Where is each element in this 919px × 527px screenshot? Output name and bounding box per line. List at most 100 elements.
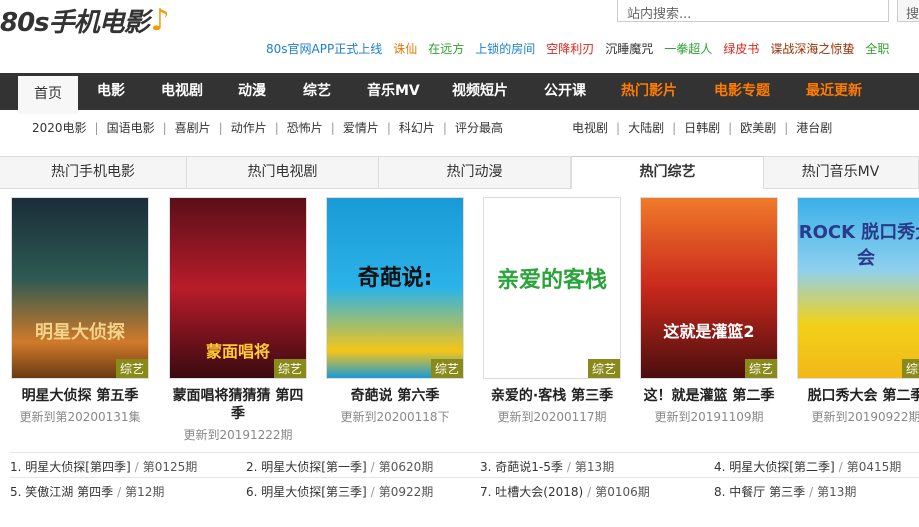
nav-item[interactable]: 综艺 [303, 73, 331, 110]
list-item[interactable]: 2. 明星大侦探[第一季] / 第0620期 [246, 458, 433, 475]
poster-image[interactable]: 奇葩说: 综艺 [326, 197, 464, 379]
show-card[interactable]: 奇葩说: 综艺奇葩说 第六季更新到20200118下 [326, 197, 464, 425]
item-title[interactable]: 明星大侦探[第一季] [261, 460, 366, 474]
nav-item[interactable]: 公开课 [544, 73, 586, 110]
poster-image[interactable]: ROCK 脱口秀大会综艺 [797, 197, 919, 379]
show-title[interactable]: 蒙面唱将猜猜猜 第四季 [169, 387, 307, 423]
nav-item[interactable]: 电影 [97, 73, 125, 110]
update-status: 更新到20190922期 [811, 410, 919, 424]
item-title[interactable]: 明星大侦探[第三季] [261, 485, 366, 499]
hot-link[interactable]: 空降利刃 [546, 42, 594, 56]
subnav-link[interactable]: 爱情片 [343, 121, 379, 135]
list-row: 1. 明星大侦探[第四季] / 第0125期 2. 明星大侦探[第一季] / 第0620期… [10, 452, 919, 477]
sub-nav: 2020电影 | 国语电影 | 喜剧片 | 动作片 | 恐怖片 | 爱情片 | 科幻片 | 评分最高 电视剧 |… [0, 113, 919, 143]
item-title[interactable]: 吐槽大会(2018) [495, 485, 583, 499]
separator: | [442, 121, 447, 135]
show-title[interactable]: 脱口秀大会 第二季 [797, 387, 919, 405]
list-row: 5. 笑傲江湖 第四季 / 第12期 6. 明星大侦探[第三季] / 第0922期 7. 吐… [10, 477, 919, 502]
show-card[interactable]: ROCK 脱口秀大会综艺脱口秀大会 第二季更新到20190922期 [797, 197, 919, 425]
separator: | [274, 121, 279, 135]
search-input[interactable]: 站内搜索... [617, 0, 889, 22]
hot-link[interactable]: 诛仙 [393, 42, 417, 56]
show-title[interactable]: 亲爱的·客栈 第三季 [483, 387, 621, 405]
show-title[interactable]: 奇葩说 第六季 [326, 387, 464, 405]
hot-link[interactable]: 绿皮书 [723, 42, 759, 56]
item-episode: 第12期 [125, 485, 165, 499]
list-item[interactable]: 8. 中餐厅 第三季 / 第13期 [714, 483, 856, 500]
tab-5[interactable]: 热门音乐MV [763, 157, 919, 188]
tab-2[interactable]: 热门电视剧 [187, 157, 379, 188]
nav-item[interactable]: 动漫 [238, 73, 266, 110]
hot-link[interactable]: 全职 [865, 42, 889, 56]
item-episode: 第0125期 [142, 460, 198, 474]
list-item[interactable]: 4. 明星大侦探[第二季] / 第0415期 [714, 458, 901, 475]
item-title[interactable]: 笑傲江湖 第四季 [25, 485, 113, 499]
item-episode: 第0922期 [378, 485, 434, 499]
nav-item[interactable]: 电视剧 [161, 73, 203, 110]
show-card[interactable]: 明星大侦探 综艺 明星大侦探 第五季 更新到第20200131集 [11, 197, 149, 425]
nav-item[interactable]: 首页 [18, 76, 78, 114]
update-status: 更新到20191222期 [183, 428, 293, 442]
list-item[interactable]: 5. 笑傲江湖 第四季 / 第12期 [10, 483, 164, 500]
hot-link[interactable]: 80s官网APP正式上线 [266, 42, 382, 56]
subnav-link[interactable]: 欧美剧 [740, 121, 776, 135]
show-card[interactable]: 这就是灌篮2 综艺 这！就是灌篮 第二季 更新到20191109期 [640, 197, 778, 425]
search-button[interactable]: 搜 [897, 0, 919, 22]
tab-1[interactable]: 热门手机电影 [0, 157, 187, 188]
category-badge: 综艺 [115, 359, 148, 378]
show-title[interactable]: 明星大侦探 第五季 [11, 387, 149, 405]
category-badge: 综艺 [901, 359, 919, 378]
separator: | [330, 121, 335, 135]
item-title[interactable]: 明星大侦探[第二季] [729, 460, 834, 474]
list-item[interactable]: 3. 奇葩说1-5季 / 第13期 [480, 458, 614, 475]
subnav-link[interactable]: 大陆剧 [628, 121, 664, 135]
show-title[interactable]: 这！就是灌篮 第二季 [640, 387, 778, 405]
poster-image[interactable]: 明星大侦探 综艺 [11, 197, 149, 379]
subnav-link[interactable]: 评分最高 [455, 121, 503, 135]
item-title[interactable]: 中餐厅 第三季 [729, 485, 805, 499]
subnav-link[interactable]: 电视剧 [572, 121, 608, 135]
poster-title: 奇葩说: [357, 266, 433, 291]
poster-title: 亲爱的客栈 [496, 268, 607, 293]
subnav-link[interactable]: 港台剧 [796, 121, 832, 135]
nav-item[interactable]: 最近更新 [806, 73, 862, 110]
subnav-link[interactable]: 动作片 [231, 121, 267, 135]
subnav-link[interactable]: 科幻片 [399, 121, 435, 135]
nav-item[interactable]: 电影专题 [714, 73, 770, 110]
item-title[interactable]: 明星大侦探[第四季] [25, 460, 130, 474]
list-item[interactable]: 7. 吐槽大会(2018) / 第0106期 [480, 483, 650, 500]
poster-image[interactable]: 这就是灌篮2 综艺 [640, 197, 778, 379]
ranking-list: 1. 明星大侦探[第四季] / 第0125期 2. 明星大侦探[第一季] / 第0620期… [10, 452, 919, 502]
tab-4[interactable]: 热门综艺 [571, 156, 764, 189]
poster-image[interactable]: 亲爱的客栈 综艺 [483, 197, 621, 379]
category-tabs: 热门手机电影 热门电视剧 热门动漫 热门综艺 热门音乐MV [0, 156, 919, 189]
hot-link[interactable]: 一拳超人 [664, 42, 712, 56]
update-status: 更新到20200118下 [340, 410, 450, 424]
hot-link[interactable]: 谍战深海之惊蛰 [770, 42, 854, 56]
show-card[interactable]: 亲爱的客栈 综艺 亲爱的·客栈 第三季 更新到20200117期 [483, 197, 621, 425]
subnav-link[interactable]: 国语电影 [107, 121, 155, 135]
poster-image[interactable]: 蒙面唱将 综艺 [169, 197, 307, 379]
nav-item[interactable]: 音乐MV [367, 73, 420, 110]
nav-item[interactable]: 热门影片 [621, 73, 677, 110]
subnav-link[interactable]: 恐怖片 [287, 121, 323, 135]
subnav-link[interactable]: 喜剧片 [175, 121, 211, 135]
separator: / [566, 460, 571, 474]
item-number: 7. [480, 485, 496, 499]
show-card[interactable]: 蒙面唱将 综艺蒙面唱将猜猜猜 第四季更新到20191222期 [169, 197, 307, 443]
site-logo[interactable]: 80s手机电影 ♪ [0, 0, 170, 40]
subnav-link[interactable]: 2020电影 [32, 121, 87, 135]
hot-links: 80s官网APP正式上线 诛仙 在远方 上锁的房间 空降利刃 沉睡魔咒 一拳超人 绿皮书 谍战深… [266, 40, 900, 57]
hot-link[interactable]: 沉睡魔咒 [605, 42, 653, 56]
hot-link[interactable]: 上锁的房间 [475, 42, 535, 56]
hot-link[interactable]: 在远方 [428, 42, 464, 56]
list-item[interactable]: 6. 明星大侦探[第三季] / 第0922期 [246, 483, 433, 500]
item-title[interactable]: 奇葩说1-5季 [495, 460, 563, 474]
subnav-link[interactable]: 日韩剧 [684, 121, 720, 135]
nav-item[interactable]: 视频短片 [452, 73, 508, 110]
item-number: 5. [10, 485, 26, 499]
tab-3[interactable]: 热门动漫 [379, 157, 571, 188]
item-episode: 第13期 [574, 460, 615, 474]
list-item[interactable]: 1. 明星大侦探[第四季] / 第0125期 [10, 458, 197, 475]
separator: / [134, 460, 139, 474]
